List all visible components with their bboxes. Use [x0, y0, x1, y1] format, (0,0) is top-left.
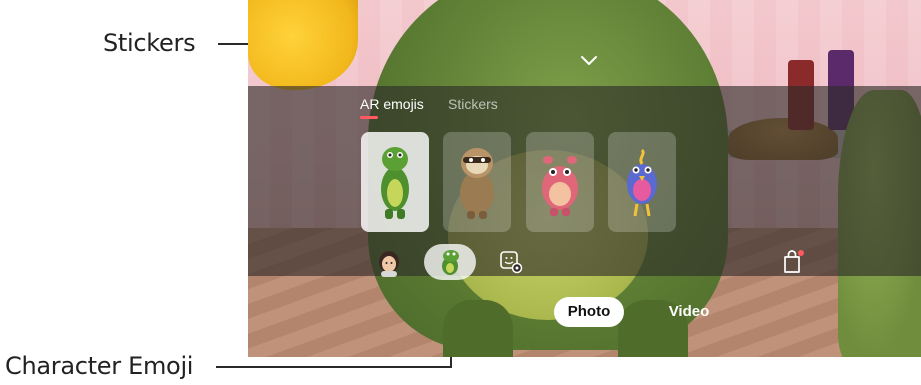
pink-monster-character-icon: [542, 156, 578, 216]
emoji-tile-blue-bird[interactable]: [608, 132, 676, 232]
character-emoji-dino-icon: [442, 250, 459, 275]
notification-dot: [798, 250, 804, 256]
store-bag-icon: [784, 250, 804, 273]
callout-character-leader-horizontal: [216, 366, 451, 368]
callout-character-emoji-label: Character Emoji: [5, 352, 194, 380]
character-emoji-button[interactable]: [424, 244, 476, 280]
blue-bird-character-icon: [627, 148, 657, 217]
mode-video-button[interactable]: Video: [654, 297, 724, 327]
tab-stickers[interactable]: Stickers: [448, 96, 498, 112]
sticker-settings-button[interactable]: [498, 249, 524, 275]
tab-ar-emojis[interactable]: AR emojis: [360, 96, 424, 112]
chevron-down-icon[interactable]: [580, 54, 598, 68]
active-tab-indicator: [360, 116, 378, 119]
store-button[interactable]: [778, 247, 808, 277]
ar-emoji-panel: AR emojis Stickers: [248, 86, 921, 280]
mode-photo-button[interactable]: Photo: [554, 297, 624, 327]
my-emoji-avatar-icon: [379, 251, 399, 277]
camera-viewfinder[interactable]: AR emojis Stickers Photo Video: [248, 0, 921, 357]
callout-stickers-label: Stickers: [103, 29, 196, 57]
dinosaur-character-icon: [381, 147, 409, 219]
sloth-character-icon: [460, 148, 494, 219]
my-emoji-button[interactable]: [374, 248, 404, 278]
ar-dinosaur-left-leg: [443, 300, 513, 357]
emoji-tile-sloth[interactable]: [443, 132, 511, 232]
sticker-settings-icon: [500, 251, 523, 274]
emoji-tile-pink-monster[interactable]: [526, 132, 594, 232]
emoji-tile-dinosaur[interactable]: [361, 132, 429, 232]
